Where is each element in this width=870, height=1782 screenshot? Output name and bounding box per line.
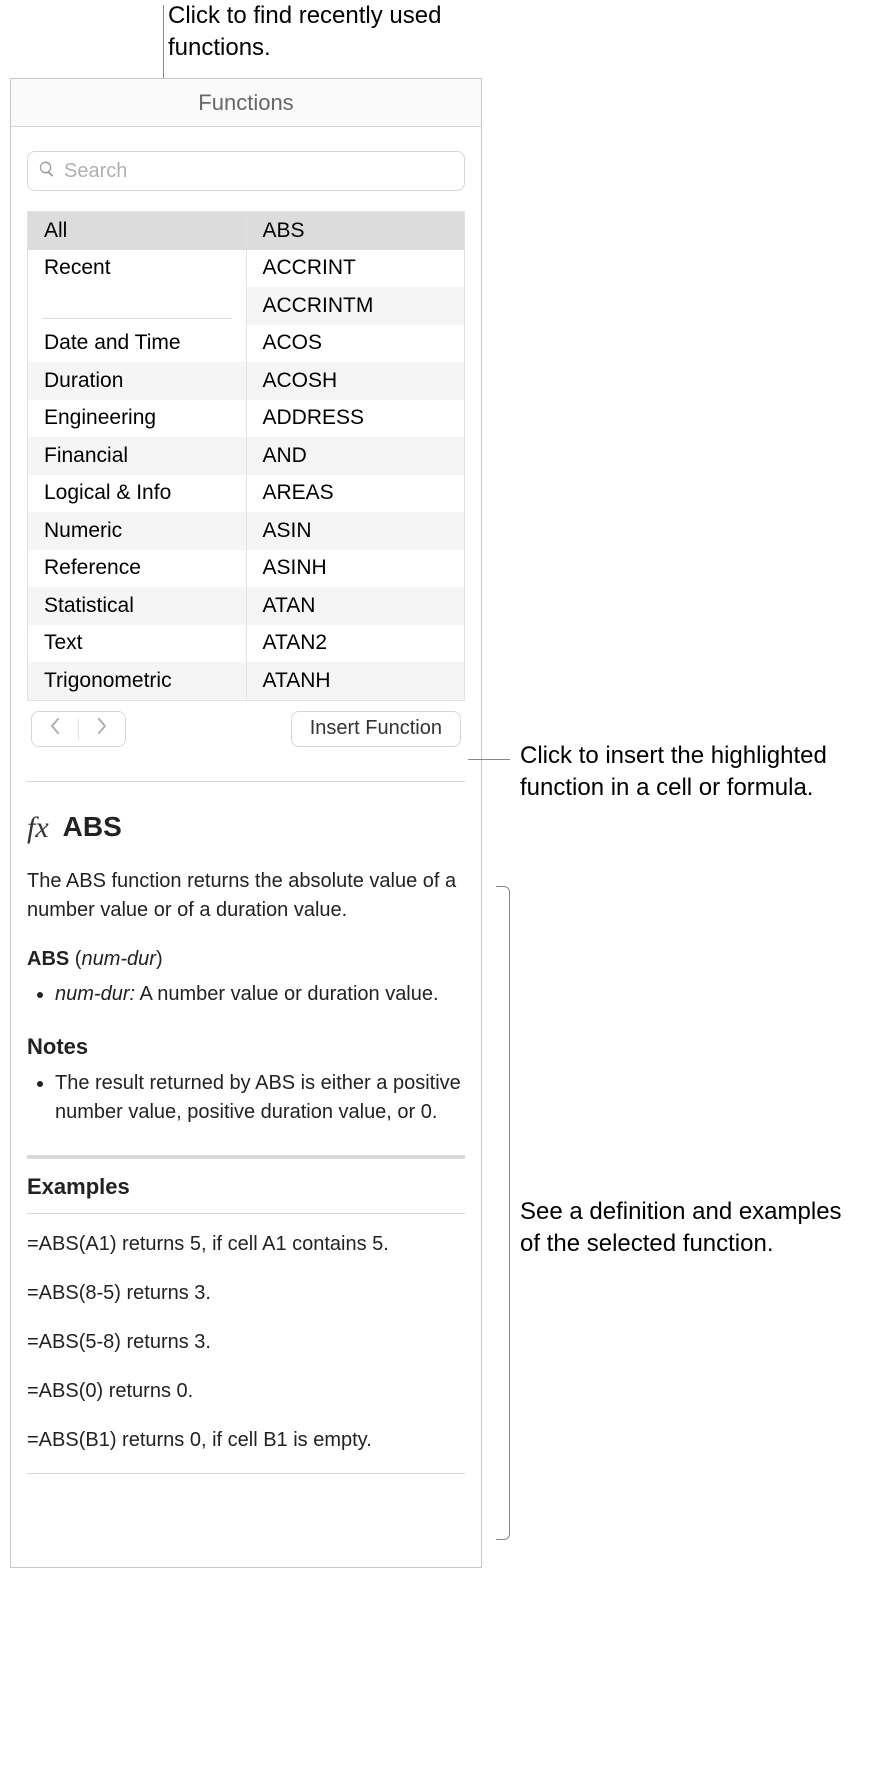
callout-detail-text: See a definition and examples of the sel… — [520, 1198, 842, 1257]
category-divider — [28, 287, 246, 325]
function-item[interactable]: ACCRINTM — [247, 287, 465, 325]
category-numeric[interactable]: Numeric — [28, 512, 246, 550]
category-recent[interactable]: Recent — [28, 250, 246, 288]
category-trigonometric[interactable]: Trigonometric — [28, 662, 246, 700]
category-logical-info[interactable]: Logical & Info — [28, 475, 246, 513]
function-description: The ABS function returns the absolute va… — [27, 867, 465, 925]
function-item[interactable]: AREAS — [247, 475, 465, 513]
panel-body: All Recent Date and Time Duration Engine… — [11, 127, 481, 1567]
function-item[interactable]: ATAN2 — [247, 625, 465, 663]
example-item: =ABS(B1) returns 0, if cell B1 is empty. — [27, 1410, 465, 1459]
category-all[interactable]: All — [28, 212, 246, 250]
examples-end-separator — [27, 1473, 465, 1474]
panel-header: Functions — [11, 79, 481, 127]
function-syntax: ABS (num-dur) — [27, 945, 465, 974]
arg-name: num-dur: — [55, 983, 135, 1005]
categories-list[interactable]: All Recent Date and Time Duration Engine… — [28, 212, 247, 700]
chevron-left-icon — [49, 718, 61, 739]
arguments-list: num-dur: A number value or duration valu… — [55, 980, 465, 1013]
category-financial[interactable]: Financial — [28, 437, 246, 475]
arg-desc: A number value or duration value. — [135, 983, 439, 1005]
function-detail: fx ABS The ABS function returns the abso… — [27, 781, 465, 1556]
function-item[interactable]: ASIN — [247, 512, 465, 550]
panel-title: Functions — [198, 90, 293, 116]
function-item[interactable]: ACCRINT — [247, 250, 465, 288]
nav-forward-button[interactable] — [79, 712, 125, 746]
callout-recent: Click to find recently used functions. — [168, 0, 498, 65]
chevron-right-icon — [96, 718, 108, 739]
list-toolbar: Insert Function — [27, 711, 465, 747]
example-item: =ABS(8-5) returns 3. — [27, 1263, 465, 1312]
notes-list: The result returned by ABS is either a p… — [55, 1069, 465, 1131]
category-text[interactable]: Text — [28, 625, 246, 663]
example-item: =ABS(A1) returns 5, if cell A1 contains … — [27, 1214, 465, 1263]
function-name: ABS — [63, 807, 122, 848]
insert-function-label: Insert Function — [310, 717, 442, 740]
function-item[interactable]: ATANH — [247, 662, 465, 700]
functions-list[interactable]: ABS ACCRINT ACCRINTM ACOS ACOSH ADDRESS … — [247, 212, 465, 700]
category-date-time[interactable]: Date and Time — [28, 325, 246, 363]
function-title-row: fx ABS — [27, 806, 465, 850]
search-box[interactable] — [27, 151, 465, 191]
function-item[interactable]: ATAN — [247, 587, 465, 625]
category-duration[interactable]: Duration — [28, 362, 246, 400]
argument-item: num-dur: A number value or duration valu… — [55, 980, 465, 1009]
syntax-arg: num-dur — [81, 948, 155, 970]
callout-bracket-detail — [496, 886, 510, 1540]
search-icon — [38, 160, 56, 183]
nav-back-button[interactable] — [32, 712, 78, 746]
example-item: =ABS(5-8) returns 3. — [27, 1312, 465, 1361]
notes-heading: Notes — [27, 1031, 465, 1063]
two-column-list: All Recent Date and Time Duration Engine… — [27, 211, 465, 701]
callout-line-insert — [468, 759, 510, 760]
function-item[interactable]: ACOSH — [247, 362, 465, 400]
function-item[interactable]: ACOS — [247, 325, 465, 363]
category-statistical[interactable]: Statistical — [28, 587, 246, 625]
callout-recent-text: Click to find recently used functions. — [168, 2, 441, 61]
example-item: =ABS(0) returns 0. — [27, 1361, 465, 1410]
fx-icon: fx — [27, 806, 49, 850]
function-item[interactable]: ADDRESS — [247, 400, 465, 438]
search-input[interactable] — [64, 160, 454, 183]
function-item[interactable]: ASINH — [247, 550, 465, 588]
nav-buttons — [31, 711, 126, 747]
function-abs[interactable]: ABS — [247, 212, 465, 250]
category-engineering[interactable]: Engineering — [28, 400, 246, 438]
syntax-name: ABS — [27, 948, 69, 970]
functions-panel: Functions All Recent Date and Time Durat… — [10, 78, 482, 1568]
callout-detail: See a definition and examples of the sel… — [520, 1196, 850, 1261]
function-item[interactable]: AND — [247, 437, 465, 475]
category-reference[interactable]: Reference — [28, 550, 246, 588]
examples-heading: Examples — [27, 1159, 465, 1214]
insert-function-button[interactable]: Insert Function — [291, 711, 461, 747]
note-item: The result returned by ABS is either a p… — [55, 1069, 465, 1127]
callout-insert: Click to insert the highlighted function… — [520, 740, 850, 805]
callout-insert-text: Click to insert the highlighted function… — [520, 742, 827, 801]
